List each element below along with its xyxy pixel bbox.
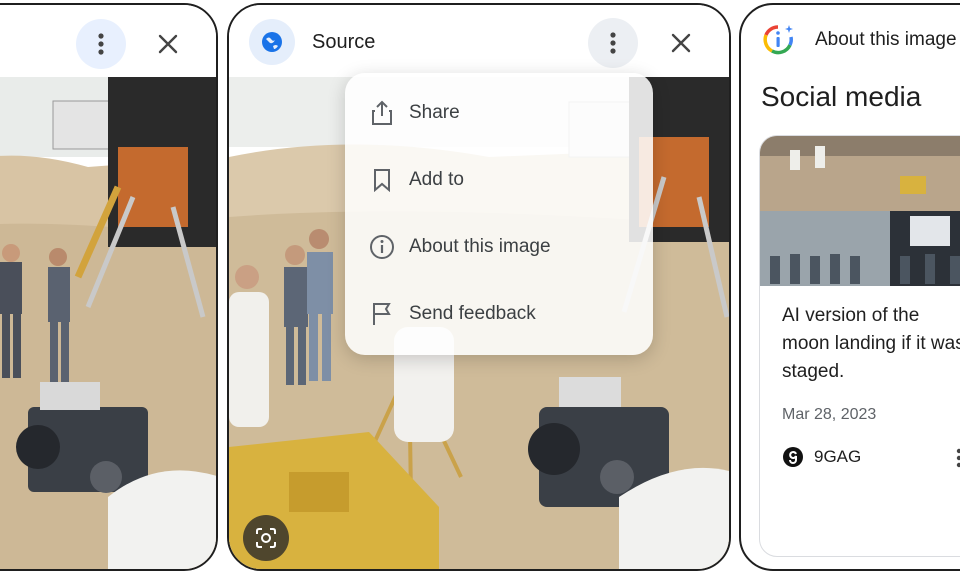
menu-item-about-this-image[interactable]: About this image	[345, 221, 653, 273]
about-title: About this image	[815, 29, 957, 50]
section-title: Social media	[761, 81, 922, 112]
close-button[interactable]	[656, 18, 706, 68]
menu-item-label: About this image	[409, 236, 551, 257]
menu-item-share[interactable]: Share	[345, 87, 653, 139]
moon-landing-photo[interactable]	[0, 77, 216, 569]
more-options-button[interactable]	[588, 18, 638, 68]
card-caption: AI version of the moon landing if it was…	[782, 305, 960, 382]
card-date: Mar 28, 2023	[782, 406, 877, 423]
image-viewer-panel-center: Source Share Add to About this image Sen…	[227, 3, 731, 571]
social-media-card[interactable]: AI version of the moon landing if it was…	[759, 135, 960, 557]
top-bar	[0, 5, 216, 77]
menu-item-send-feedback[interactable]: Send feedback	[345, 288, 653, 340]
card-source-name: 9GAG	[814, 447, 862, 466]
lens-icon	[256, 528, 276, 548]
close-icon	[671, 33, 691, 53]
menu-item-label: Add to	[409, 169, 464, 190]
google-about-icon	[763, 25, 793, 55]
flag-icon	[369, 301, 395, 327]
overflow-menu: Share Add to About this image Send feedb…	[345, 73, 653, 355]
more-vert-icon	[610, 32, 616, 54]
top-bar: Source	[229, 5, 729, 77]
image-viewer-panel-left	[0, 3, 218, 571]
more-options-button[interactable]	[76, 19, 126, 69]
more-vert-icon[interactable]	[956, 448, 960, 468]
9gag-logo-icon	[783, 447, 803, 467]
globe-icon	[262, 32, 282, 52]
more-vert-icon	[98, 33, 104, 55]
close-icon	[158, 34, 178, 54]
source-title: Source	[312, 31, 376, 53]
source-globe-button[interactable]	[249, 19, 295, 65]
menu-item-label: Send feedback	[409, 303, 536, 324]
info-icon	[369, 234, 395, 260]
close-button[interactable]	[143, 19, 193, 69]
about-this-image-panel: About this image Social media AI version…	[739, 3, 960, 571]
bookmark-icon	[369, 167, 395, 193]
menu-item-add-to[interactable]: Add to	[345, 154, 653, 206]
menu-item-label: Share	[409, 102, 460, 123]
lens-search-button[interactable]	[243, 515, 289, 561]
card-thumbnail	[760, 136, 960, 286]
card-source[interactable]: 9GAG	[782, 446, 861, 468]
about-header: About this image	[761, 23, 957, 57]
share-icon	[369, 100, 395, 126]
